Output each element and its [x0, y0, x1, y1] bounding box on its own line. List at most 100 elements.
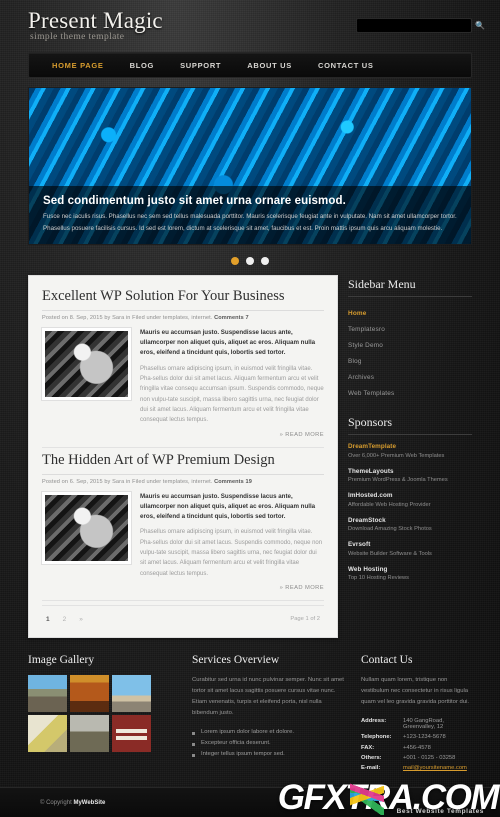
sponsor-item[interactable]: Web Hosting Top 10 Hosting Reviews — [348, 566, 472, 582]
contact-text: Nullam quam lorem, tristique non vestibu… — [361, 676, 470, 705]
post-thumbnail[interactable] — [41, 490, 132, 565]
contact-key: Telephone: — [361, 734, 392, 741]
search-icon[interactable]: 🔍 — [475, 19, 485, 32]
sidebar-item-web-templates[interactable]: Web Templates — [348, 385, 472, 401]
contact-key: E-mail: — [361, 765, 381, 772]
services-title: Services Overview — [192, 653, 280, 666]
post: The Hidden Art of WP Premium Design Poste… — [41, 452, 324, 601]
sidebar-item-blog[interactable]: Blog — [348, 353, 472, 369]
contact-row: Telephone: +123-1234-5678 — [361, 732, 472, 742]
pagination-info: Page 1 of 2 — [290, 616, 320, 623]
contact-value: +123-1234-5678 — [403, 734, 446, 741]
gallery-thumb-flowers[interactable] — [28, 714, 67, 752]
gallery-thumb-art[interactable] — [70, 714, 109, 752]
slider-description-line-1: Fusce nec iaculis risus. Phasellus nec s… — [43, 213, 457, 221]
post-comments-count: 7 — [245, 315, 249, 321]
contact-key: FAX: — [361, 744, 375, 751]
pagination-link-2[interactable]: 2 — [63, 616, 67, 623]
sponsor-item[interactable]: ThemeLayouts Premium WordPress & Joomla T… — [348, 468, 472, 484]
services-list-item[interactable]: Excepteur officia deserunt. — [192, 738, 347, 749]
post-comments-label[interactable]: Comments — [214, 479, 244, 485]
contact-key: Others: — [361, 754, 382, 761]
contact-value: +456-4578 — [403, 744, 431, 751]
sidebar-item-style-demo[interactable]: Style Demo — [348, 337, 472, 353]
services-list: Lorem ipsum dolor labore et dolore. Excep… — [192, 727, 347, 760]
pagination-link-1[interactable]: 1 — [46, 616, 50, 623]
site-header: Present Magic simple theme template 🔍 — [0, 0, 500, 52]
footer-gallery: Image Gallery — [28, 654, 178, 774]
gallery-thumb-road[interactable] — [112, 674, 151, 712]
pagination-links: 1 2 » — [42, 616, 83, 623]
sponsors-list: DreamTemplate Over 6,000+ Premium Web Tem… — [348, 443, 472, 581]
contact-value[interactable]: mail@yoursitename.com — [403, 763, 472, 773]
footer-bar: © Copyright MyWebSite — [0, 787, 500, 817]
gallery-grid — [28, 674, 178, 752]
post: Excellent WP Solution For Your Business P… — [41, 288, 324, 448]
sidebar-item-templatesro[interactable]: Templatesro — [348, 321, 472, 337]
post-title[interactable]: The Hidden Art of WP Premium Design — [42, 452, 324, 475]
footer-services: Services Overview Curabitur sed urna id … — [192, 654, 347, 774]
post-meta-prefix: Posted on 6. Sep, 2015 by Sara in Filed … — [42, 478, 213, 485]
read-more-link[interactable]: » READ MORE — [42, 579, 324, 601]
post-paragraph: Phasellus ornare adipiscing ipsum, in eu… — [140, 365, 324, 424]
post-comments-label[interactable]: Comments — [214, 315, 244, 321]
services-list-item[interactable]: Lorem ipsum dolor labore et dolore. — [192, 727, 347, 738]
sidebar-menu-title: Sidebar Menu — [348, 277, 472, 297]
sidebar-item-home[interactable]: Home — [348, 305, 472, 321]
footer-columns: Image Gallery Services Overview Curabitu… — [28, 654, 472, 774]
slider-description-line-2: Phasellus posuere facilisis cursus. Id s… — [43, 224, 443, 232]
post-thumbnail[interactable] — [41, 327, 132, 401]
post-body: Mauris eu accumsan justo. Suspendisse la… — [41, 327, 324, 426]
copyright-prefix: © Copyright — [40, 799, 72, 806]
pagination-link-»[interactable]: » — [79, 616, 83, 623]
post-title[interactable]: Excellent WP Solution For Your Business — [42, 288, 324, 311]
sponsor-description: Over 6,000+ Premium Web Templates — [348, 452, 445, 459]
nav-item-support[interactable]: SUPPORT — [167, 61, 234, 70]
body-row: Excellent WP Solution For Your Business P… — [28, 275, 472, 638]
post-meta: Posted on 6. Sep, 2015 by Sara in Filed … — [42, 475, 324, 492]
sponsor-item[interactable]: ImHosted.com Affordable Web Hosting Provi… — [348, 492, 472, 508]
contact-key: Address: — [361, 717, 387, 724]
services-list-item[interactable]: Integer tellus ipsum tempor sed. — [192, 749, 347, 760]
nav-item-contact-us[interactable]: CONTACT US — [305, 61, 387, 70]
sponsor-item[interactable]: DreamTemplate Over 6,000+ Premium Web Tem… — [348, 443, 472, 459]
slider-dot-1[interactable] — [231, 257, 239, 265]
nav-item-blog[interactable]: BLOG — [117, 61, 167, 70]
slider-dot-2[interactable] — [246, 257, 254, 265]
page-root: Present Magic simple theme template 🔍 HO… — [0, 0, 500, 817]
sponsor-description: Download Amazing Stock Photos — [348, 526, 432, 532]
contact-value: +001 - 0125 - 03258 — [403, 754, 456, 761]
sponsor-name: DreamStock — [348, 516, 386, 524]
site-logo[interactable]: Present Magic simple theme template — [28, 8, 163, 42]
nav-item-about-us[interactable]: ABOUT US — [234, 61, 305, 70]
post-lead: Mauris eu accumsan justo. Suspendisse la… — [140, 492, 316, 521]
sponsor-item[interactable]: Evrsoft Website Builder Software & Tools — [348, 541, 472, 557]
search-input[interactable] — [357, 19, 475, 32]
search-box[interactable]: 🔍 — [356, 18, 485, 33]
sponsor-name: Web Hosting — [348, 565, 388, 573]
post-text: Mauris eu accumsan justo. Suspendisse la… — [140, 328, 324, 426]
slider-dots — [28, 253, 472, 269]
gallery-thumb-city[interactable] — [28, 674, 67, 712]
hero-slider[interactable]: Sed condimentum justo sit amet urna orna… — [28, 87, 472, 245]
sponsor-name: DreamTemplate — [348, 443, 397, 450]
contact-value: 140 GangRoad, Greenvalley, 12 — [403, 717, 444, 730]
contact-row: E-mail: mail@yoursitename.com — [361, 763, 472, 773]
post-comments-count: 19 — [245, 478, 252, 485]
sponsor-item[interactable]: DreamStock Download Amazing Stock Photos — [348, 517, 472, 533]
gallery-thumb-velvet[interactable] — [112, 714, 151, 752]
sponsor-name: ImHosted.com — [348, 492, 393, 499]
nav-item-home-page[interactable]: HOME PAGE — [39, 61, 117, 70]
post-text: Mauris eu accumsan justo. Suspendisse la… — [140, 492, 324, 579]
gallery-thumb-canyon[interactable] — [70, 674, 109, 712]
read-more-link[interactable]: » READ MORE — [42, 426, 324, 448]
contact-row: Others: +001 - 0125 - 03258 — [361, 753, 472, 763]
main-navigation: HOME PAGE BLOG SUPPORT ABOUT US CONTACT US — [28, 52, 472, 78]
logo-text: Present Magic — [28, 8, 163, 33]
slider-title: Sed condimentum justo sit amet urna orna… — [43, 195, 346, 208]
slider-dot-3[interactable] — [261, 257, 269, 265]
sidebar-item-archives[interactable]: Archives — [348, 369, 472, 385]
post-body: Mauris eu accumsan justo. Suspendisse la… — [41, 490, 324, 579]
services-text: Curabitur sed urna id nunc pulvinar semp… — [192, 676, 344, 716]
sponsors-title: Sponsors — [348, 415, 472, 435]
